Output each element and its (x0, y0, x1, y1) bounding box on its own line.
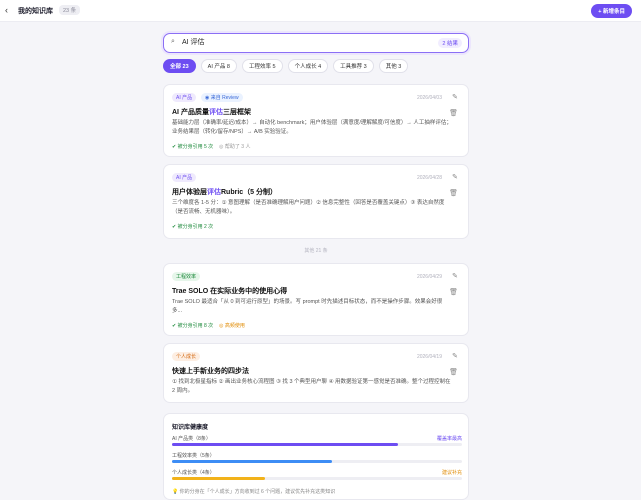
card-body: 基础能力层（准确率/延迟/成本）→ 自动化 benchmark；用户体验层（满意… (172, 120, 452, 136)
chip-engineering[interactable]: 工程效率 5 (241, 59, 283, 73)
helped-count: ◎ 帮助了 3 人 (219, 144, 251, 150)
health-panel: 知识库健康度 AI 产品类（8条） 覆盖率最高 工程效率类（5条） 个人成长类（… (163, 413, 469, 500)
card-title: AI 产品质量评估三层框架 (172, 109, 251, 116)
search-box[interactable]: ⌕ 2 结果 (163, 33, 469, 53)
card-date: 2026/04/03 (416, 95, 442, 101)
result-count-badge: 2 结果 (438, 38, 462, 48)
category-tag: AI 产品 (172, 173, 197, 182)
health-row: AI 产品类（8条） 覆盖率最高 (172, 435, 462, 446)
cited-count: ✔ 被分身引用 5 次 (172, 144, 214, 150)
cited-count: ✔ 被分身引用 8 次 (172, 323, 214, 329)
chip-growth[interactable]: 个人成长 4 (287, 59, 329, 73)
category-tag: 工程效率 (172, 272, 201, 281)
health-note: 覆盖率最高 (436, 436, 462, 442)
knowledge-card[interactable]: 工程效率 2026/04/29 ✎ 🗑 Trae SOLO 在实际业务中的使用心… (163, 263, 469, 336)
card-meta: ✔ 被分身引用 5 次 ◎ 帮助了 3 人 (172, 143, 250, 150)
cited-count: ✔ 被分身引用 2 次 (172, 224, 214, 230)
chip-tools[interactable]: 工具推荐 3 (333, 59, 374, 73)
chip-other[interactable]: 其他 3 (378, 59, 409, 73)
health-bar-fill (172, 460, 332, 463)
card-date: 2026/04/19 (416, 354, 442, 360)
more-divider[interactable]: 其他 21 条 (163, 247, 469, 254)
card-title: 快速上手新业务的四步法 (172, 368, 249, 375)
category-tag: 个人成长 (172, 352, 201, 361)
edit-icon[interactable]: ✎ (452, 173, 458, 181)
trash-icon[interactable]: 🗑 (449, 189, 458, 197)
card-meta: ✔ 被分身引用 2 次 (172, 223, 213, 230)
top-bar: ‹ 我的知识库 23 条 + 新增条目 (0, 0, 641, 22)
health-bar (172, 460, 462, 463)
search-icon: ⌕ (171, 38, 175, 45)
filter-chips: 全部 23 AI 产品 8 工程效率 5 个人成长 4 工具推荐 3 其他 3 (163, 59, 409, 73)
card-title: 用户体验层评估Rubric（5 分制） (172, 189, 278, 196)
edit-icon[interactable]: ✎ (452, 93, 458, 101)
edit-icon[interactable]: ✎ (452, 352, 458, 360)
card-date: 2026/04/28 (416, 175, 442, 181)
card-body: Trae SOLO 最适合「从 0 到可运行原型」的场景。写 prompt 时先… (172, 299, 443, 315)
health-row: 个人成长类（4条） 建议补充 (172, 469, 462, 480)
new-entry-button[interactable]: + 新增条目 (591, 4, 632, 18)
health-label: 工程效率类（5条） (172, 453, 215, 459)
chip-all[interactable]: 全部 23 (163, 59, 196, 73)
health-tip: 💡 你的分身在「个人成长」方向收到过 6 个问题，建议优先补充这类知识 (172, 489, 336, 495)
health-title: 知识库健康度 (172, 425, 209, 431)
trash-icon[interactable]: 🗑 (449, 368, 458, 376)
card-date: 2026/04/29 (416, 274, 442, 280)
health-label: 个人成长类（4条） (172, 470, 215, 476)
trash-icon[interactable]: 🗑 (449, 109, 458, 117)
page-title: 我的知识库 (18, 8, 53, 15)
entry-count-badge: 23 条 (59, 5, 81, 15)
edit-icon[interactable]: ✎ (452, 272, 458, 280)
card-body: ① 找到北极星指标 ② 画出业务核心流程图 ③ 找 3 个典型用户聊 ④ 用数据… (172, 379, 451, 395)
chevron-left-icon[interactable]: ‹ (5, 5, 8, 15)
health-bar (172, 477, 462, 480)
source-tag: ◉ 来自 Review (201, 93, 243, 102)
knowledge-card[interactable]: AI 产品 ◉ 来自 Review 2026/04/03 ✎ 🗑 AI 产品质量… (163, 84, 469, 157)
search-input[interactable] (182, 38, 382, 45)
category-tag: AI 产品 (172, 93, 197, 102)
knowledge-card[interactable]: 个人成长 2026/04/19 ✎ 🗑 快速上手新业务的四步法 ① 找到北极星指… (163, 343, 469, 403)
card-meta: ✔ 被分身引用 8 次 ◎ 高频使用 (172, 322, 245, 329)
card-title: Trae SOLO 在实际业务中的使用心得 (172, 288, 288, 295)
card-body: 三个维度各 1-5 分：① 意图理解（是否准确理解用户问题）② 信息完整性（回答… (172, 200, 445, 216)
chip-ai-product[interactable]: AI 产品 8 (200, 59, 237, 73)
health-label: AI 产品类（8条） (172, 436, 211, 442)
knowledge-card[interactable]: AI 产品 2026/04/28 ✎ 🗑 用户体验层评估Rubric（5 分制）… (163, 164, 469, 239)
trash-icon[interactable]: 🗑 (449, 288, 458, 296)
health-row: 工程效率类（5条） (172, 452, 462, 463)
health-bar (172, 443, 462, 446)
health-note: 建议补充 (441, 470, 462, 476)
frequent-use-badge: ◎ 高频使用 (219, 323, 245, 329)
health-bar-fill (172, 477, 265, 480)
health-bar-fill (172, 443, 399, 446)
